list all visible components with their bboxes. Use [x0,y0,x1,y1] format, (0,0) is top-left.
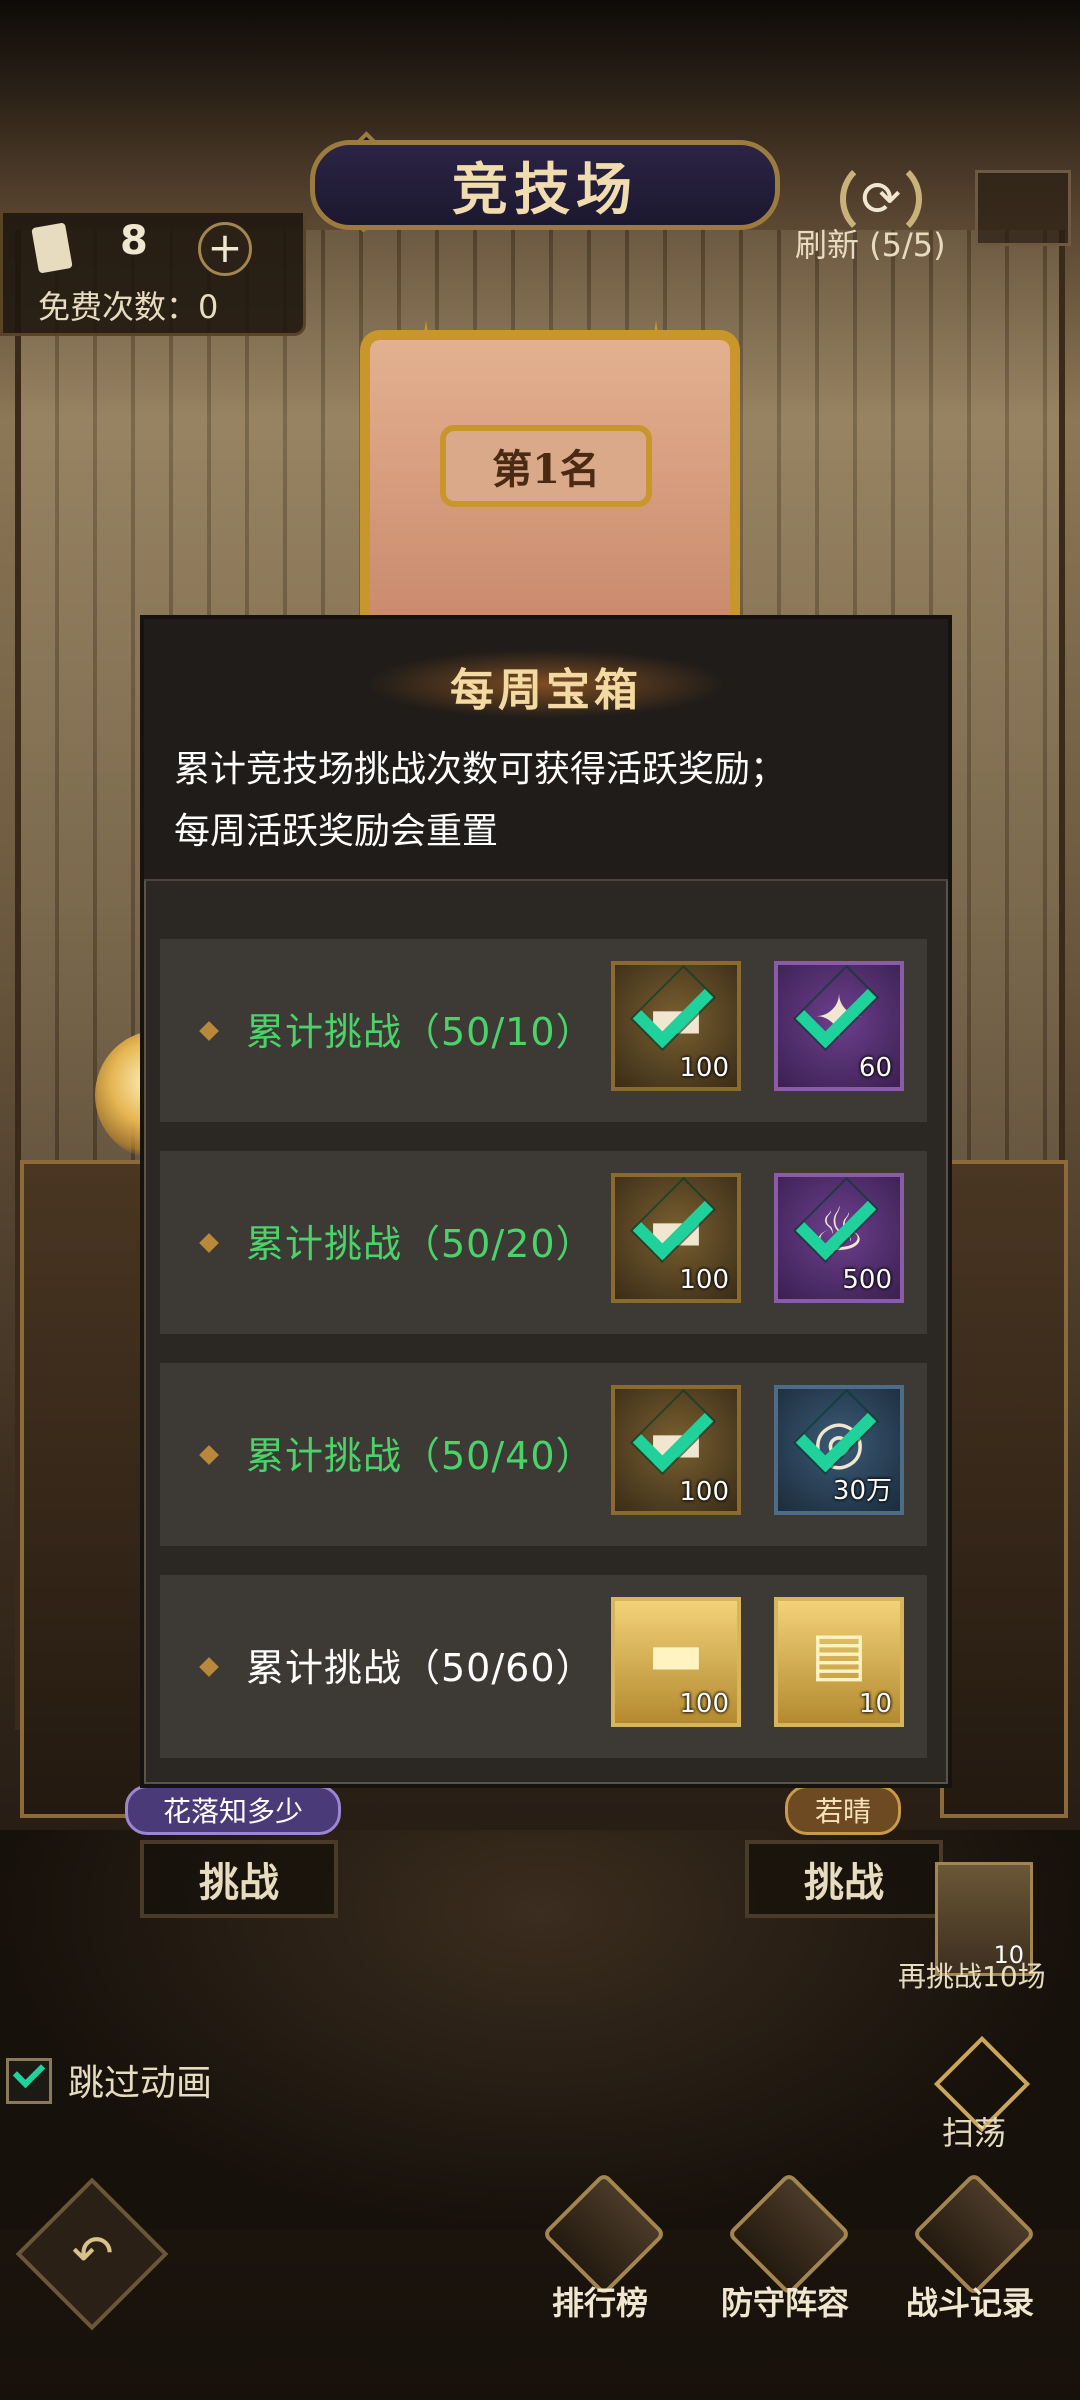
add-ticket-button[interactable]: + [198,222,252,276]
left-player-name: 花落知多少 [125,1785,341,1835]
skip-animation-label[interactable]: 跳过动画 [68,2054,212,2106]
reward-qty: 60 [858,1053,892,1083]
challenge-left-label: 挑战 [199,1859,279,1906]
skip-animation-checkbox[interactable] [6,2058,52,2104]
reward-qty: 10 [858,1689,892,1719]
nav-label: 排行榜 [551,2284,648,2322]
free-attempts-label: 免费次数：0 [38,288,219,326]
ticket-count: 8 [120,218,148,264]
challenge-right-label: 挑战 [804,1859,884,1906]
diamond-bullet-icon [199,1445,219,1465]
nav-label: 防守阵容 [720,2284,849,2322]
copper-coin-icon[interactable]: ◎ 30万 [774,1385,904,1515]
modal-title: 每周宝箱 [450,665,642,716]
nav-battle-record[interactable]: 战斗记录 [880,2171,1060,2322]
purple-flame-icon[interactable]: ♨ 500 [774,1173,904,1303]
description-line-1: 累计竞技场挑战次数可获得活跃奖励； [174,749,787,790]
gold-ingot-icon[interactable]: ▬ 100 [611,1385,741,1515]
refresh-label[interactable]: 刷新 (5/5) [795,220,946,266]
reward-row-label: 累计挑战（50/40） [246,1434,595,1478]
left-pillar [20,1160,148,1818]
diamond-bullet-icon [199,1021,219,1041]
reward-qty: 100 [679,1265,729,1295]
title-plate: 竞技场 [310,140,780,230]
modal-header: 每周宝箱 累计竞技场挑战次数可获得活跃奖励； 每周活跃奖励会重置 [144,619,948,881]
back-arrow-icon: ↶ [71,2224,114,2283]
challenge-right-button[interactable]: 挑战 [745,1840,943,1918]
reward-row: 累计挑战（50/40） ▬ 100 ◎ 30万 [160,1363,927,1546]
challenge-ticket-icon[interactable]: ▤ 10 [774,1597,904,1727]
gold-ingot-icon[interactable]: ▬ 100 [611,1597,741,1727]
rank-plaque: 第1名 [440,425,652,507]
challenge-again-label[interactable]: 再挑战10场 [898,1955,1046,1995]
reward-qty: 30万 [832,1476,892,1506]
gold-ingot-icon[interactable]: ▬ 100 [611,1173,741,1303]
nav-label: 战斗记录 [905,2284,1034,2322]
purple-fragment-icon[interactable]: ✦ 60 [774,961,904,1091]
diamond-bullet-icon [199,1657,219,1677]
nav-defense-lineup[interactable]: 防守阵容 [695,2171,875,2322]
page-title: 竞技场 [452,156,638,223]
reward-row: 累计挑战（50/10） ▬ 100 ✦ 60 [160,939,927,1122]
reward-qty: 100 [679,1689,729,1719]
reward-row: 累计挑战（50/60） ▬ 100 ▤ 10 [160,1575,927,1758]
description-line-2: 每周活跃奖励会重置 [174,811,499,852]
reward-row-label: 累计挑战（50/60） [246,1646,595,1690]
nav-leaderboard[interactable]: 排行榜 [510,2171,690,2322]
gold-ingot-icon[interactable]: ▬ 100 [611,961,741,1091]
weekly-chest-modal: 每周宝箱 累计竞技场挑战次数可获得活跃奖励； 每周活跃奖励会重置 累计挑战（50… [140,615,952,1788]
modal-description: 累计竞技场挑战次数可获得活跃奖励； 每周活跃奖励会重置 [174,739,928,863]
reward-row-label: 累计挑战（50/20） [246,1222,595,1266]
reward-qty: 500 [842,1265,892,1295]
challenge-left-button[interactable]: 挑战 [140,1840,338,1918]
right-pillar [940,1160,1068,1818]
menu-button[interactable] [975,170,1071,246]
sweep-label[interactable]: 扫荡 [942,2108,1006,2154]
reward-qty: 100 [679,1477,729,1507]
diamond-bullet-icon [199,1233,219,1253]
reward-row-label: 累计挑战（50/10） [246,1010,595,1054]
reward-qty: 100 [679,1053,729,1083]
right-player-name: 若晴 [785,1785,901,1835]
reward-row: 累计挑战（50/20） ▬ 100 ♨ 500 [160,1151,927,1334]
